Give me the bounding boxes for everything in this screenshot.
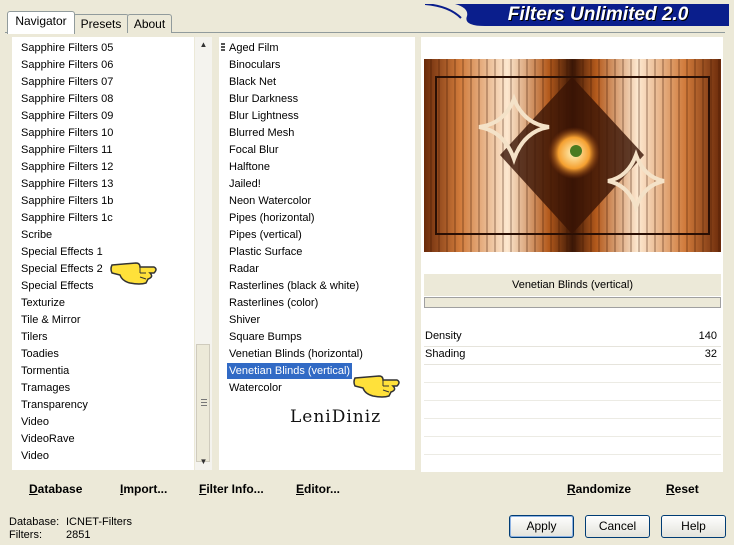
param-divider [424,436,721,437]
pointing-hand-icon [353,375,400,398]
category-item[interactable]: Sapphire Filters 07 [21,74,113,90]
param-divider [424,418,721,419]
param-label: Density [425,330,462,342]
apply-button[interactable]: Apply [509,515,574,538]
status-filters-value: 2851 [66,529,91,541]
scroll-thumb[interactable] [196,344,210,462]
category-item[interactable]: Transparency [21,397,88,413]
category-item[interactable]: Tile & Mirror [21,312,80,328]
filter-item[interactable]: Focal Blur [229,142,279,158]
signature-watermark: LeniDiniz [290,407,382,427]
param-row-density[interactable]: Density 140 [424,328,721,347]
category-item[interactable]: Sapphire Filters 06 [21,57,113,73]
category-item[interactable]: Sapphire Filters 12 [21,159,113,175]
filter-item[interactable]: Radar [229,261,259,277]
category-item[interactable]: Sapphire Filters 1c [21,210,113,226]
filter-item[interactable]: Venetian Blinds (horizontal) [229,346,363,362]
category-item[interactable]: Sapphire Filters 08 [21,91,113,107]
category-item[interactable]: Sapphire Filters 10 [21,125,113,141]
filter-item[interactable]: Blurred Mesh [229,125,294,141]
filter-item[interactable]: Neon Watercolor [229,193,311,209]
filter-item[interactable]: Plastic Surface [229,244,302,260]
filter-item[interactable]: Square Bumps [229,329,302,345]
preview-filter-name: Venetian Blinds (vertical) [511,279,634,291]
category-item[interactable]: Texturize [21,295,65,311]
category-item[interactable]: Scribe [21,227,52,243]
status-filters-label: Filters: [9,529,42,541]
category-item[interactable]: Sapphire Filters 1b [21,193,113,209]
cancel-button[interactable]: Cancel [585,515,650,538]
status-database-value: ICNET-Filters [66,516,132,528]
banner-title: Filters Unlimited 2.0 [507,4,689,25]
category-item[interactable]: Tormentia [21,363,69,379]
param-divider [424,382,721,383]
tab-about[interactable]: About [127,14,172,33]
scroll-up-arrow-icon[interactable]: ▲ [195,37,212,53]
filter-item[interactable]: Watercolor [229,380,282,396]
category-item[interactable]: Toadies [21,346,59,362]
param-row-shading[interactable]: Shading 32 [424,346,721,365]
preview-image [424,59,721,252]
category-item[interactable]: Special Effects 2 [21,261,103,277]
editor-button[interactable]: Editor... [296,481,340,497]
filter-item[interactable]: Binoculars [229,57,280,73]
category-item[interactable]: Special Effects 1 [21,244,103,260]
category-item[interactable]: Tilers [21,329,47,345]
filter-info-button[interactable]: Filter Info... [199,481,264,497]
scroll-down-arrow-icon[interactable]: ▼ [195,454,212,470]
category-item[interactable]: Sapphire Filters 11 [21,142,113,158]
category-item[interactable]: Tramages [21,380,70,396]
filter-item[interactable]: Blur Darkness [229,91,298,107]
filter-item[interactable]: Pipes (vertical) [229,227,302,243]
category-item[interactable]: Special Effects [21,278,94,294]
help-button[interactable]: Help [661,515,726,538]
category-item[interactable]: Sapphire Filters 09 [21,108,113,124]
category-item[interactable]: Video [21,448,49,464]
database-button[interactable]: Database [29,481,82,497]
param-divider [424,454,721,455]
filter-item[interactable]: Shiver [229,312,260,328]
param-value: 140 [698,330,717,342]
category-item[interactable]: Sapphire Filters 13 [21,176,113,192]
tab-presets[interactable]: Presets [73,14,129,33]
filter-item[interactable]: Rasterlines (color) [229,295,318,311]
category-item[interactable]: Video [21,414,49,430]
filter-list[interactable]: Aged Film Binoculars Black Net Blur Darknes… [219,37,415,470]
category-item[interactable]: VideoRave [21,431,75,447]
tab-navigator[interactable]: Navigator [7,11,75,34]
reset-button[interactable]: Reset [666,481,699,497]
filter-item[interactable]: Black Net [229,74,276,90]
param-label: Shading [425,348,466,360]
control-slider[interactable] [424,297,721,308]
category-list[interactable]: Sapphire Filters 05 Sapphire Filters 06 Sa… [12,37,194,470]
drag-grip-icon [221,43,225,53]
filter-item[interactable]: Pipes (horizontal) [229,210,315,226]
category-item[interactable]: Sapphire Filters 05 [21,40,113,56]
filter-item[interactable]: Venetian Blinds (vertical) [227,363,353,379]
filter-item[interactable]: Jailed! [229,176,261,192]
randomize-button[interactable]: Randomize [567,481,631,497]
param-value: 32 [704,348,717,360]
filter-item[interactable]: Aged Film [229,40,279,56]
filter-name-box: Venetian Blinds (vertical) [424,274,721,296]
status-database-label: Database: [9,516,60,528]
filter-item[interactable]: Blur Lightness [229,108,299,124]
param-divider [424,400,721,401]
category-scrollbar[interactable]: ▲ ▼ [195,37,212,470]
filter-item[interactable]: Halftone [229,159,270,175]
import-button[interactable]: Import... [120,481,167,497]
filter-item[interactable]: Rasterlines (black & white) [229,278,359,294]
banner: Filters Unlimited 2.0 [425,4,729,26]
pointing-hand-icon [110,262,157,285]
